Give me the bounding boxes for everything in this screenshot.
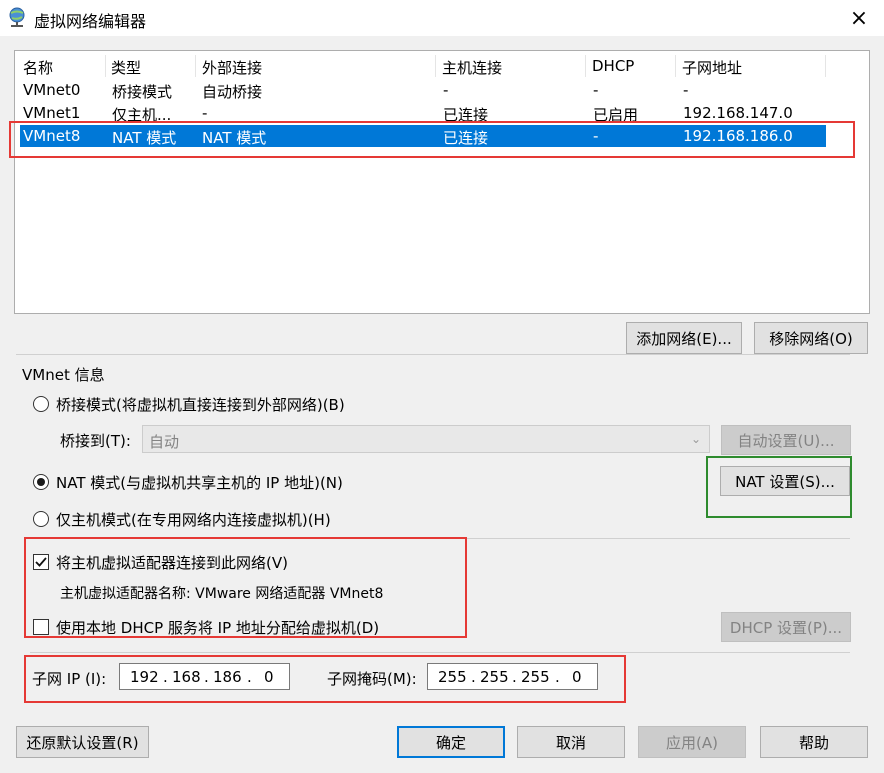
window-title: 虚拟网络编辑器: [34, 12, 147, 31]
cell-name: VMnet0: [23, 81, 81, 99]
bridged-radio[interactable]: [33, 396, 49, 412]
cell-dhcp: -: [593, 81, 599, 99]
radio-selected-dot: [37, 478, 45, 486]
bridge-to-value: 自动: [149, 433, 180, 451]
bridge-to-select[interactable]: 自动 ⌄: [142, 425, 710, 453]
column-divider[interactable]: [825, 55, 826, 77]
column-header-type[interactable]: 类型: [111, 57, 141, 78]
group-top-line: [16, 354, 850, 355]
bridge-to-label: 桥接到(T):: [60, 432, 131, 450]
close-icon[interactable]: ×: [842, 2, 876, 34]
auto-settings-button[interactable]: 自动设置(U)...: [721, 425, 851, 455]
cell-type: 桥接模式: [112, 83, 173, 101]
column-header-name[interactable]: 名称: [23, 57, 53, 78]
table-row[interactable]: VMnet0 桥接模式 自动桥接 - - -: [20, 79, 826, 101]
highlight-box-adapter-options: [24, 537, 467, 638]
dhcp-settings-button[interactable]: DHCP 设置(P)...: [721, 612, 851, 642]
highlight-box-selected-row: [9, 121, 855, 158]
network-list[interactable]: 名称 类型 外部连接 主机连接 DHCP 子网地址 VMnet0 桥接模式 自动…: [14, 50, 870, 314]
restore-defaults-button[interactable]: 还原默认设置(R): [16, 726, 149, 758]
cell-subnet: -: [683, 81, 689, 99]
cell-external: 自动桥接: [202, 83, 263, 101]
help-button[interactable]: 帮助: [760, 726, 868, 758]
separator: [30, 652, 850, 653]
vmnet-info-label: VMnet 信息: [22, 366, 105, 384]
hostonly-radio[interactable]: [33, 511, 49, 527]
apply-button[interactable]: 应用(A): [638, 726, 746, 758]
nat-label[interactable]: NAT 模式(与虚拟机共享主机的 IP 地址)(N): [56, 472, 343, 493]
column-header-subnet[interactable]: 子网地址: [682, 57, 742, 78]
cell-subnet: 192.168.147.0: [683, 104, 793, 122]
add-network-button[interactable]: 添加网络(E)...: [626, 322, 742, 354]
network-globe-icon: [6, 6, 28, 28]
cell-external: -: [202, 104, 208, 122]
column-divider[interactable]: [585, 55, 586, 77]
ok-button[interactable]: 确定: [397, 726, 505, 758]
cell-host: -: [443, 81, 449, 99]
chevron-down-icon: ⌄: [691, 432, 702, 446]
column-header-external[interactable]: 外部连接: [202, 57, 262, 78]
nat-radio[interactable]: [33, 474, 49, 490]
column-divider[interactable]: [675, 55, 676, 77]
column-divider[interactable]: [195, 55, 196, 77]
highlight-box-nat-settings: [706, 456, 852, 518]
hostonly-label[interactable]: 仅主机模式(在专用网络内连接虚拟机)(H): [56, 509, 331, 530]
title-bar: 虚拟网络编辑器 ×: [0, 0, 884, 36]
cancel-button[interactable]: 取消: [517, 726, 625, 758]
column-header-host[interactable]: 主机连接: [442, 57, 502, 78]
bridged-label[interactable]: 桥接模式(将虚拟机直接连接到外部网络)(B): [56, 394, 345, 415]
column-divider[interactable]: [105, 55, 106, 77]
highlight-box-subnet: [24, 655, 626, 703]
cell-name: VMnet1: [23, 104, 81, 122]
remove-network-button[interactable]: 移除网络(O): [754, 322, 868, 354]
column-divider[interactable]: [435, 55, 436, 77]
column-header-dhcp[interactable]: DHCP: [592, 57, 634, 75]
